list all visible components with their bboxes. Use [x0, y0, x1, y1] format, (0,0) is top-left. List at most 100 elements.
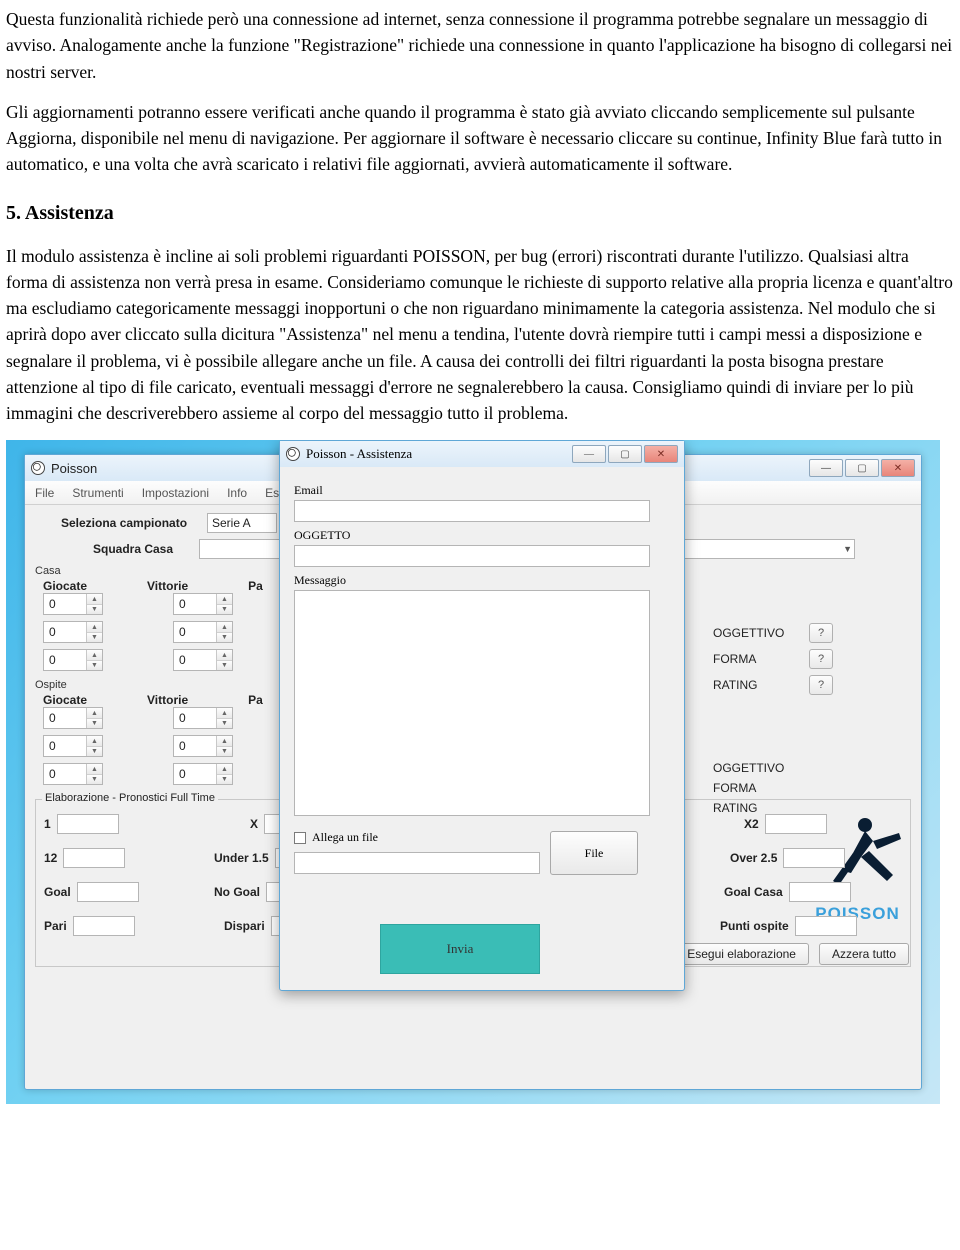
label-oggettivo-ospite: OGGETTIVO [713, 761, 803, 775]
spinner-down-icon[interactable]: ▼ [217, 775, 232, 785]
spinner-down-icon[interactable]: ▼ [217, 719, 232, 729]
spinner-value: 0 [174, 708, 216, 728]
spinner-up-icon[interactable]: ▲ [217, 650, 232, 661]
label-oggetto: OGGETTO [294, 528, 670, 543]
section-heading-5: 5. Assistenza [6, 202, 954, 225]
spinner-up-icon[interactable]: ▲ [217, 622, 232, 633]
spinner-down-icon[interactable]: ▼ [87, 747, 102, 757]
spinner-down-icon[interactable]: ▼ [217, 661, 232, 671]
input-oggetto[interactable] [294, 545, 650, 567]
spinner[interactable]: 0▲▼ [173, 649, 233, 671]
pro-1: 1 [44, 817, 51, 831]
minimize-button[interactable]: — [809, 459, 843, 477]
spinner-up-icon[interactable]: ▲ [217, 708, 232, 719]
spinner-up-icon[interactable]: ▲ [217, 736, 232, 747]
spinner-value: 0 [174, 650, 216, 670]
hdr-pa-casa: Pa [248, 579, 263, 593]
label-oggettivo-casa: OGGETTIVO [713, 626, 803, 640]
spinner[interactable]: 0▲▼ [173, 763, 233, 785]
menu-strumenti[interactable]: Strumenti [72, 486, 123, 500]
dialog-maximize-button[interactable]: ▢ [608, 445, 642, 463]
close-button[interactable]: ✕ [881, 459, 915, 477]
pro-pari-val[interactable] [73, 916, 135, 936]
spinner[interactable]: 0▲▼ [43, 649, 103, 671]
dialog-minimize-button[interactable]: — [572, 445, 606, 463]
spinner-down-icon[interactable]: ▼ [87, 633, 102, 643]
help-rating-casa[interactable]: ? [809, 675, 833, 695]
maximize-button[interactable]: ▢ [845, 459, 879, 477]
select-campionato-value: Serie A [212, 516, 251, 530]
file-button[interactable]: File [550, 831, 638, 875]
menu-info[interactable]: Info [227, 486, 247, 500]
doc-paragraph-3: Il modulo assistenza è incline ai soli p… [6, 243, 954, 427]
spinner[interactable]: 0▲▼ [43, 621, 103, 643]
hdr-vittorie-ospite: Vittorie [147, 693, 188, 707]
spinner-up-icon[interactable]: ▲ [217, 594, 232, 605]
pro-12-val[interactable] [63, 848, 125, 868]
hdr-pa-ospite: Pa [248, 693, 263, 707]
screenshot-container: Poisson — ▢ ✕ File Strumenti Impostazion… [6, 440, 940, 1104]
pro-puntiospite-val[interactable] [795, 916, 857, 936]
spinner-down-icon[interactable]: ▼ [217, 747, 232, 757]
spinner-value: 0 [174, 622, 216, 642]
spinner-down-icon[interactable]: ▼ [217, 605, 232, 615]
label-rating-casa: RATING [713, 678, 803, 692]
label-forma-casa: FORMA [713, 652, 803, 666]
spinner-down-icon[interactable]: ▼ [217, 633, 232, 643]
spinner-up-icon[interactable]: ▲ [87, 736, 102, 747]
spinner-value: 0 [44, 650, 86, 670]
spinner-up-icon[interactable]: ▲ [87, 708, 102, 719]
invia-button[interactable]: Invia [380, 924, 540, 974]
spinner-up-icon[interactable]: ▲ [217, 764, 232, 775]
pro-x2: X2 [744, 817, 759, 831]
menu-impostazioni[interactable]: Impostazioni [142, 486, 209, 500]
app-icon [31, 461, 45, 475]
spinner-up-icon[interactable]: ▲ [87, 622, 102, 633]
select-campionato[interactable]: Serie A [207, 513, 277, 533]
pro-goalcasa-val[interactable] [789, 882, 851, 902]
spinner-value: 0 [44, 594, 86, 614]
spinner-down-icon[interactable]: ▼ [87, 775, 102, 785]
spinner-down-icon[interactable]: ▼ [87, 605, 102, 615]
pro-goalcasa: Goal Casa [724, 885, 783, 899]
pro-over25-val[interactable] [783, 848, 845, 868]
spinner-up-icon[interactable]: ▲ [87, 594, 102, 605]
spinner[interactable]: 0▲▼ [173, 735, 233, 757]
input-allega-path[interactable] [294, 852, 540, 874]
doc-paragraph-1: Questa funzionalità richiede però una co… [6, 6, 954, 85]
help-oggettivo-casa[interactable]: ? [809, 623, 833, 643]
spinner[interactable]: 0▲▼ [173, 593, 233, 615]
esegui-elaborazione-button[interactable]: Esegui elaborazione [674, 943, 809, 965]
help-forma-casa[interactable]: ? [809, 649, 833, 669]
checkbox-allega[interactable] [294, 832, 306, 844]
spinner[interactable]: 0▲▼ [173, 707, 233, 729]
spinner-value: 0 [44, 708, 86, 728]
dialog-close-button[interactable]: ✕ [644, 445, 678, 463]
doc-paragraph-2: Gli aggiornamenti potranno essere verifi… [6, 99, 954, 178]
pro-x2-val[interactable] [765, 814, 827, 834]
dialog-app-icon [286, 447, 300, 461]
spinner-up-icon[interactable]: ▲ [87, 650, 102, 661]
label-seleziona-campionato: Seleziona campionato [61, 516, 201, 530]
spinner[interactable]: 0▲▼ [43, 707, 103, 729]
main-window-title: Poisson [51, 461, 97, 476]
spinner[interactable]: 0▲▼ [173, 621, 233, 643]
elaborazione-legend: Elaborazione - Pronostici Full Time [42, 792, 218, 804]
azzera-tutto-button[interactable]: Azzera tutto [819, 943, 909, 965]
pro-12: 12 [44, 851, 57, 865]
spinner[interactable]: 0▲▼ [43, 593, 103, 615]
pro-under15: Under 1.5 [214, 851, 269, 865]
pro-1-val[interactable] [57, 814, 119, 834]
spinner-down-icon[interactable]: ▼ [87, 719, 102, 729]
input-email[interactable] [294, 500, 650, 522]
pro-goal-val[interactable] [77, 882, 139, 902]
spinner[interactable]: 0▲▼ [43, 763, 103, 785]
spinner-down-icon[interactable]: ▼ [87, 661, 102, 671]
chevron-down-icon: ▼ [843, 544, 852, 554]
textarea-messaggio[interactable] [294, 590, 650, 816]
pro-goal: Goal [44, 885, 71, 899]
menu-file[interactable]: File [35, 486, 54, 500]
spinner-up-icon[interactable]: ▲ [87, 764, 102, 775]
pro-dispari: Dispari [224, 919, 265, 933]
spinner[interactable]: 0▲▼ [43, 735, 103, 757]
